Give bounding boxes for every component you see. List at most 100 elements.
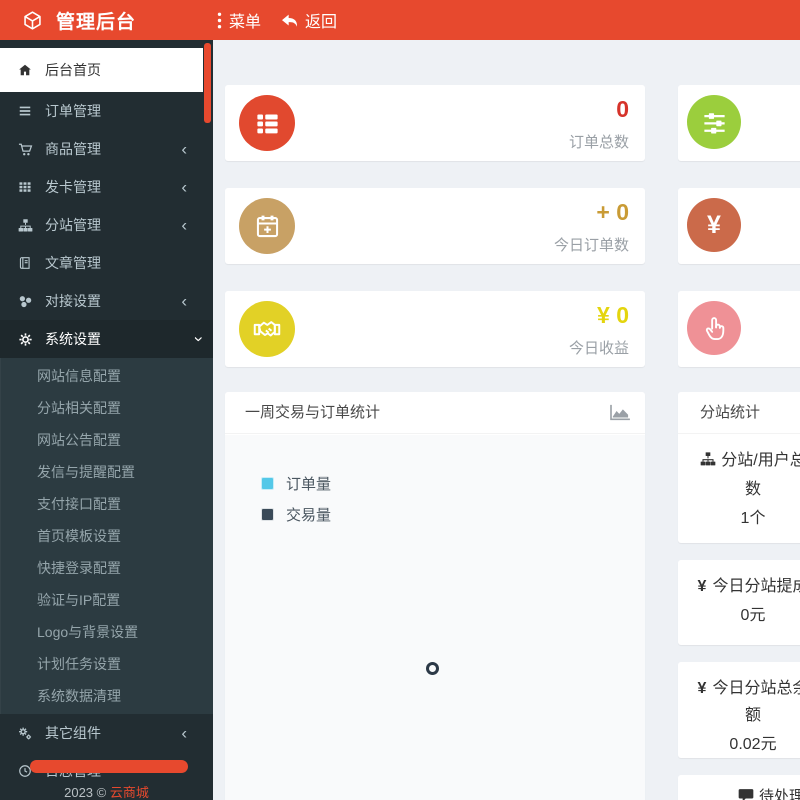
submenu-item-data-cleanup[interactable]: 系统数据清理 [1, 680, 213, 712]
top-navbar: 管理后台 菜单 返回 [0, 0, 800, 40]
legend-swatch-orders [261, 477, 274, 490]
brand[interactable]: 管理后台 [22, 0, 136, 40]
yen-symbol: ¥ [707, 210, 721, 239]
cart-icon [15, 142, 35, 157]
main-content: 0 订单总数 + 0 今日订单数 ¥ 0 今日收益 ¥ 一周交易与订单统计 订单… [213, 40, 800, 800]
sidebar-item-label: 其它组件 [45, 725, 101, 741]
yen-icon: ¥ [697, 680, 707, 697]
footer-brand-link[interactable]: 云商城 [110, 785, 149, 800]
stat-card-total-orders: 0 订单总数 [225, 85, 645, 161]
branch-stat-value: 0.02元 [729, 736, 777, 753]
branch-stat-value: 0元 [740, 607, 766, 624]
branch-commission-text: ¥ 今日分站提成 [678, 560, 800, 600]
submenu-item-cron-tasks[interactable]: 计划任务设置 [1, 648, 213, 680]
weekly-chart-card: 一周交易与订单统计 订单量 交易量 [225, 392, 645, 800]
handshake-icon [239, 301, 295, 357]
loading-spinner-icon [426, 662, 439, 675]
cube-logo-icon [24, 10, 41, 30]
calendar-plus-icon [239, 198, 295, 254]
home-icon [15, 63, 35, 77]
sidebar-item-branches[interactable]: 分站管理 [0, 206, 203, 244]
branch-stats-panel: 分站统计 分站/用户总数 1个 [678, 392, 800, 543]
submenu-item-site-info[interactable]: 网站信息配置 [1, 360, 213, 392]
submenu-item-verify-ip[interactable]: 验证与IP配置 [1, 584, 213, 616]
submenu-item-mail-reminder[interactable]: 发信与提醒配置 [1, 456, 213, 488]
orders-list-icon [239, 95, 295, 151]
legend-label: 交易量 [286, 507, 332, 524]
stat-value: + 0 [596, 199, 629, 225]
branch-stat-text: 今日分站提成 [712, 578, 800, 595]
submenu-item-branch-config[interactable]: 分站相关配置 [1, 392, 213, 424]
branch-stat-text: 待处理工单 [759, 788, 800, 800]
sidebar-item-label: 系统设置 [45, 331, 101, 347]
legend-item-orders[interactable]: 订单量 [261, 468, 331, 499]
submenu-item-announcement[interactable]: 网站公告配置 [1, 424, 213, 456]
menu-label: 菜单 [229, 14, 262, 31]
chevron-left-icon [181, 179, 187, 196]
book-icon [15, 256, 35, 270]
branch-panel-title: 分站统计 [700, 404, 761, 421]
chevron-left-icon [181, 141, 187, 158]
sidebar-item-products[interactable]: 商品管理 [0, 130, 203, 168]
sidebar-item-label: 文章管理 [45, 255, 101, 271]
menu-toggle-button[interactable]: 菜单 [217, 0, 261, 40]
submenu-item-payment-api[interactable]: 支付接口配置 [1, 488, 213, 520]
sidebar-item-label: 后台首页 [45, 62, 101, 78]
branch-balance-panel: ¥ 今日分站总余额 0.02元 [678, 662, 800, 758]
submenu-item-logo-background[interactable]: Logo与背景设置 [1, 616, 213, 648]
branch-stat-text: 分站/用户总数 [721, 452, 800, 498]
nodes-icon [15, 294, 35, 309]
stat-card-right-1 [678, 85, 800, 161]
sidebar-footer: 2023 © 云商城 [0, 782, 213, 800]
footer-year: 2023 © [64, 785, 107, 800]
branch-stat-text: 今日分站总余额 [712, 680, 800, 724]
sidebar-scrollbar-thumb[interactable] [204, 43, 211, 123]
admin-dashboard: 管理后台 菜单 返回 后台首页 订单管理 商品管理 发卡管理 [0, 0, 800, 800]
stat-value: 0 [616, 96, 629, 122]
legend-item-transactions[interactable]: 交易量 [261, 499, 331, 530]
yen-icon: ¥ [697, 578, 707, 595]
chart-card-header: 一周交易与订单统计 [225, 392, 645, 434]
grid-icon [15, 180, 35, 194]
list-icon [15, 104, 35, 118]
sliders-icon [687, 95, 741, 149]
branch-stat-value: 1个 [740, 510, 766, 527]
chart-plot-area: 订单量 交易量 [225, 435, 645, 800]
pending-tickets-text: 待处理工单 [678, 775, 800, 800]
stat-card-right-3 [678, 291, 800, 367]
pending-tickets-panel: 待处理工单 [678, 775, 800, 800]
sidebar-item-label: 发卡管理 [45, 179, 101, 195]
yen-icon: ¥ [687, 198, 741, 252]
stat-label: 今日收益 [568, 340, 629, 357]
stat-card-right-2: ¥ [678, 188, 800, 264]
hand-pointer-icon [687, 301, 741, 355]
stat-value: ¥ 0 [597, 302, 629, 328]
sidebar-item-home[interactable]: 后台首页 [0, 48, 203, 92]
submenu-item-quick-login[interactable]: 快捷登录配置 [1, 552, 213, 584]
stat-label: 今日订单数 [553, 237, 629, 254]
sidebar-item-system-settings[interactable]: 系统设置 [0, 320, 213, 358]
branch-commission-panel: ¥ 今日分站提成 0元 [678, 560, 800, 645]
chart-title: 一周交易与订单统计 [245, 404, 381, 421]
loading-progress-bar [30, 760, 188, 773]
submenu-item-home-template[interactable]: 首页模板设置 [1, 520, 213, 552]
branch-panel-header: 分站统计 [678, 392, 800, 434]
gear-icon [15, 332, 35, 347]
sidebar-item-orders[interactable]: 订单管理 [0, 92, 203, 130]
comment-icon [738, 785, 754, 800]
sidebar: 后台首页 订单管理 商品管理 发卡管理 分站管理 文章管理 对接设置 [0, 40, 213, 800]
chevron-left-icon [181, 725, 187, 742]
sidebar-item-articles[interactable]: 文章管理 [0, 244, 203, 282]
cogs-icon [15, 726, 35, 741]
sidebar-item-integrations[interactable]: 对接设置 [0, 282, 203, 320]
sidebar-item-other-components[interactable]: 其它组件 [0, 714, 203, 752]
branch-users-total: 分站/用户总数 [678, 434, 800, 503]
chevron-left-icon [181, 217, 187, 234]
sidebar-item-cards[interactable]: 发卡管理 [0, 168, 203, 206]
chevron-left-icon [181, 293, 187, 310]
system-settings-submenu: 网站信息配置 分站相关配置 网站公告配置 发信与提醒配置 支付接口配置 首页模板… [0, 358, 213, 714]
sitemap-icon [15, 218, 35, 233]
stat-card-today-orders: + 0 今日订单数 [225, 188, 645, 264]
back-button[interactable]: 返回 [281, 0, 337, 40]
sitemap-icon [700, 449, 716, 476]
